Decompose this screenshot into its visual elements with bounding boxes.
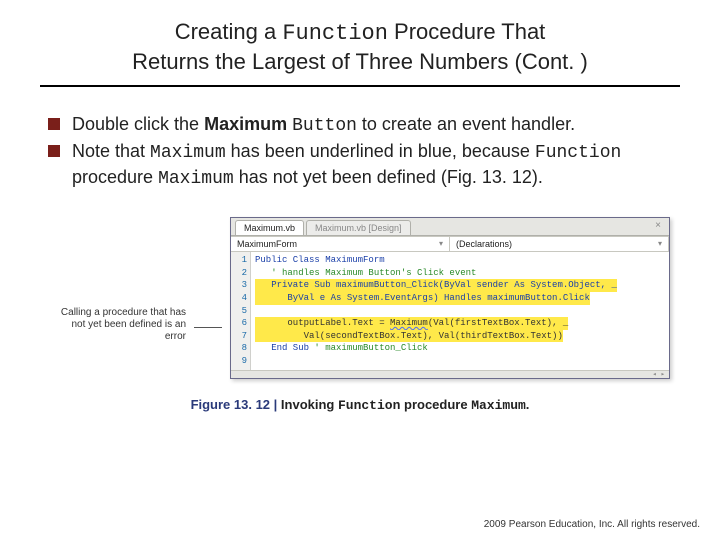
bullet-1: Double click the Maximum Button to creat… xyxy=(46,113,674,138)
title-line1-pre: Creating a xyxy=(175,19,283,44)
error-underline: Maximum xyxy=(390,318,428,328)
ide-dropdown-bar: MaximumForm (Declarations) xyxy=(231,236,669,252)
ide-dropdown-class[interactable]: MaximumForm xyxy=(231,237,450,251)
figure-number: Figure 13. 12 | xyxy=(191,397,281,412)
ide-code-body: Public Class MaximumForm ' handles Maxim… xyxy=(251,252,669,369)
annotation-connector xyxy=(194,327,222,328)
figure-caption: Figure 13. 12 | Invoking Function proced… xyxy=(46,397,674,413)
title-line1-mono: Function xyxy=(282,21,388,46)
content-area: Double click the Maximum Button to creat… xyxy=(40,113,680,413)
figure-annotation: Calling a procedure that has not yet bee… xyxy=(56,253,186,343)
ide-gutter: 1 2 3 4 5 6 7 8 9 xyxy=(231,252,251,369)
ide-tab-active[interactable]: Maximum.vb xyxy=(235,220,304,235)
title-line2: Returns the Largest of Three Numbers (Co… xyxy=(132,49,588,74)
close-icon[interactable]: × xyxy=(651,220,665,235)
bullet-list: Double click the Maximum Button to creat… xyxy=(46,113,674,191)
title-rule xyxy=(40,85,680,87)
copyright-text: 2009 Pearson Education, Inc. All rights … xyxy=(484,519,700,530)
ide-tab-design[interactable]: Maximum.vb [Design] xyxy=(306,220,411,235)
ide-scrollbar[interactable] xyxy=(231,370,669,378)
ide-screenshot: Maximum.vb Maximum.vb [Design] × Maximum… xyxy=(230,217,670,378)
bullet-2: Note that Maximum has been underlined in… xyxy=(46,140,674,191)
title-line1-post: Procedure That xyxy=(388,19,545,44)
figure-wrapper: Calling a procedure that has not yet bee… xyxy=(46,217,674,378)
page-title: Creating a Function Procedure That Retur… xyxy=(40,18,680,75)
ide-dropdown-member[interactable]: (Declarations) xyxy=(450,237,669,251)
ide-code-area: 1 2 3 4 5 6 7 8 9 Public Class MaximumFo… xyxy=(231,252,669,369)
ide-tabbar: Maximum.vb Maximum.vb [Design] × xyxy=(231,218,669,236)
